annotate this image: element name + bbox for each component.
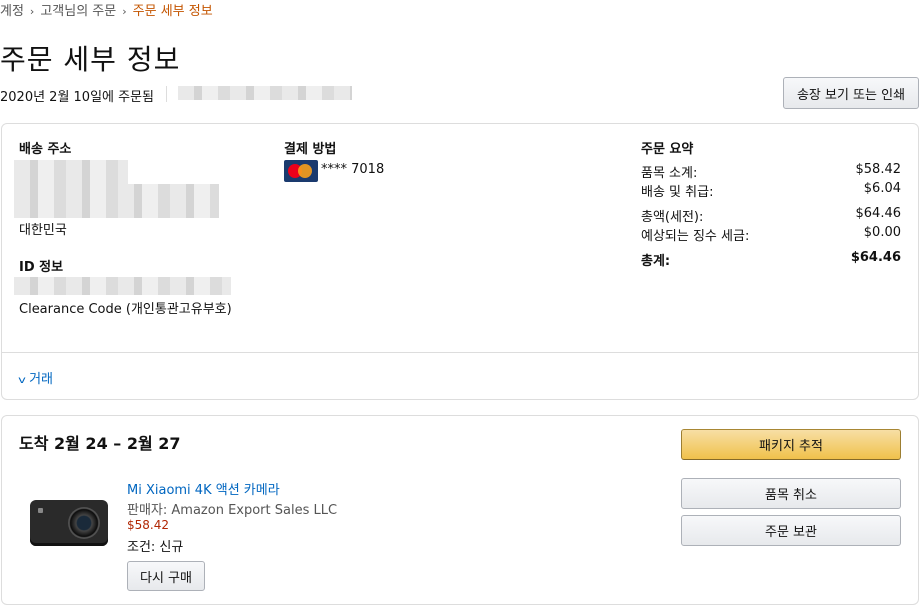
- summary-label: 배송 및 취급:: [641, 185, 714, 200]
- delivery-date-title: 도착 2월 24 – 2월 27: [19, 434, 181, 453]
- product-image[interactable]: [30, 500, 108, 546]
- summary-row-tax: 예상되는 징수 세금: $0.00: [641, 225, 901, 244]
- redacted-address-line2: [14, 184, 219, 218]
- summary-label: 품목 소계:: [641, 166, 698, 181]
- clearance-code-label: Clearance Code (개인통관고유부호): [19, 302, 232, 317]
- product-condition: 조건: 신규: [127, 540, 184, 555]
- camera-lens: [68, 507, 100, 539]
- product-seller: 판매자: Amazon Export Sales LLC: [127, 503, 338, 518]
- summary-row-total: 총계: $64.46: [641, 250, 901, 269]
- track-package-button[interactable]: 패키지 추적: [681, 429, 901, 460]
- breadcrumb-your-orders[interactable]: 고객님의 주문: [40, 4, 116, 19]
- product-price: $58.42: [127, 518, 169, 532]
- card-masked-number: **** 7018: [321, 162, 385, 177]
- breadcrumb-current: 주문 세부 정보: [132, 4, 213, 19]
- transactions-label: 거래: [29, 372, 53, 387]
- summary-value: $58.42: [855, 162, 902, 177]
- chevron-down-icon: v: [18, 375, 26, 386]
- summary-value: $64.46: [855, 206, 902, 221]
- archive-order-button[interactable]: 주문 보관: [681, 515, 901, 546]
- cancel-item-button[interactable]: 품목 취소: [681, 478, 901, 509]
- breadcrumb: 계정 › 고객님의 주문 › 주문 세부 정보: [0, 0, 213, 19]
- redacted-order-number: [178, 86, 352, 100]
- shipping-country: 대한민국: [19, 223, 67, 238]
- breadcrumb-account[interactable]: 계정: [0, 4, 24, 19]
- invoice-print-button[interactable]: 송장 보기 또는 인쇄: [783, 77, 919, 109]
- summary-row-subtotal: 품목 소계: $58.42: [641, 162, 901, 181]
- camera-logo: [38, 508, 43, 513]
- summary-row-shipping: 배송 및 취급: $6.04: [641, 181, 901, 200]
- order-meta: 2020년 2월 10일에 주문됨: [0, 86, 167, 105]
- redacted-address-line1: [14, 160, 128, 184]
- product-name-link[interactable]: Mi Xiaomi 4K 액션 카메라: [127, 479, 280, 498]
- redacted-id: [14, 277, 231, 295]
- order-meta-divider: [166, 86, 167, 102]
- summary-value: $0.00: [863, 225, 901, 240]
- summary-total-value: $64.46: [850, 250, 901, 265]
- shipping-address-heading: 배송 주소: [19, 142, 72, 157]
- section-divider: [1, 352, 919, 353]
- summary-row-pretax: 총액(세전): $64.46: [641, 206, 901, 225]
- summary-total-label: 총계:: [641, 254, 671, 269]
- breadcrumb-separator: ›: [29, 5, 35, 18]
- buy-again-button[interactable]: 다시 구매: [127, 561, 205, 591]
- order-summary-heading: 주문 요약: [641, 142, 694, 157]
- order-date: 2020년 2월 10일에 주문됨: [0, 90, 155, 105]
- page-title: 주문 세부 정보: [0, 43, 181, 76]
- id-info-heading: ID 정보: [19, 260, 64, 275]
- payment-method-heading: 결제 방법: [284, 142, 337, 157]
- summary-value: $6.04: [863, 181, 901, 196]
- breadcrumb-separator: ›: [122, 5, 127, 18]
- mastercard-icon: [284, 160, 318, 182]
- summary-label: 총액(세전):: [641, 210, 704, 225]
- transactions-toggle[interactable]: v 거래: [18, 368, 53, 387]
- summary-label: 예상되는 징수 세금:: [641, 229, 750, 244]
